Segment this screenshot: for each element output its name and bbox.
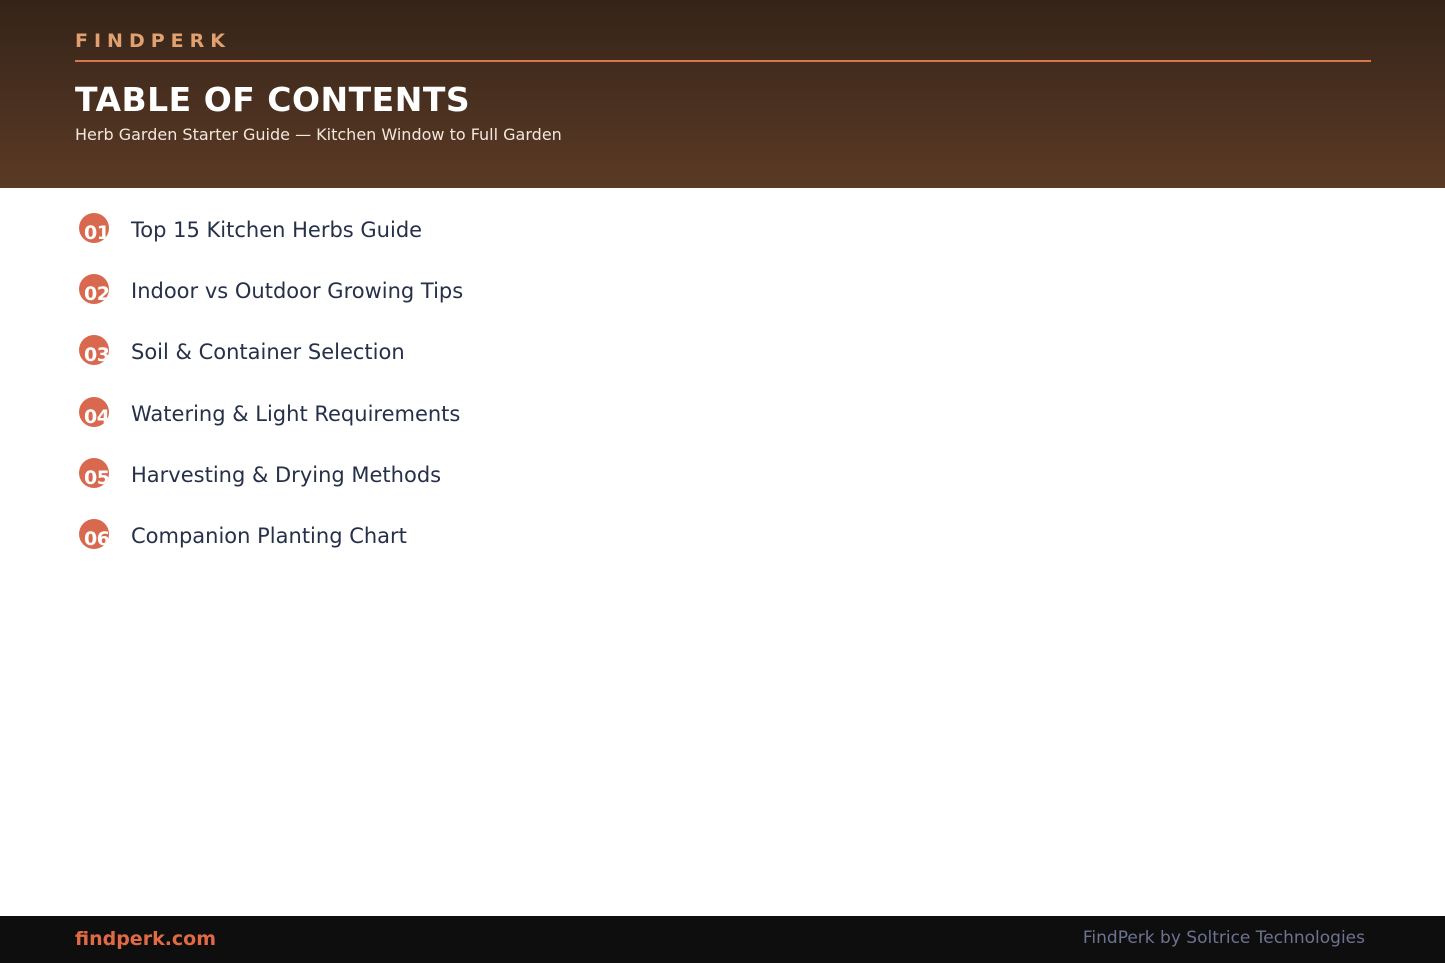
toc-number: 05 xyxy=(84,466,109,488)
toc-number-badge: 01 xyxy=(79,213,109,243)
table-of-contents: 01 Top 15 Kitchen Herbs Guide 02 Indoor … xyxy=(79,213,979,580)
toc-label: Watering & Light Requirements xyxy=(131,401,461,426)
page-title: TABLE OF CONTENTS xyxy=(75,80,471,119)
toc-item[interactable]: 06 Companion Planting Chart xyxy=(79,518,979,580)
toc-label: Indoor vs Outdoor Growing Tips xyxy=(131,279,464,304)
toc-item[interactable]: 03 Soil & Container Selection xyxy=(79,335,979,396)
toc-number: 01 xyxy=(84,222,109,243)
toc-number-badge: 03 xyxy=(79,335,109,366)
toc-number-badge: 04 xyxy=(79,396,109,427)
header-divider xyxy=(75,60,1371,62)
footer-bar: findperk.com FindPerk by Soltrice Techno… xyxy=(0,916,1445,963)
toc-number: 02 xyxy=(84,283,109,305)
footer-credit: FindPerk by Soltrice Technologies xyxy=(1082,928,1365,948)
toc-label: Top 15 Kitchen Herbs Guide xyxy=(131,218,423,242)
toc-number-badge: 02 xyxy=(79,274,109,305)
toc-item[interactable]: 02 Indoor vs Outdoor Growing Tips xyxy=(79,274,979,335)
page-subtitle: Herb Garden Starter Guide — Kitchen Wind… xyxy=(75,125,562,144)
toc-number-badge: 05 xyxy=(79,457,109,488)
toc-label: Companion Planting Chart xyxy=(131,523,407,548)
toc-item[interactable]: 01 Top 15 Kitchen Herbs Guide xyxy=(79,213,979,274)
toc-label: Soil & Container Selection xyxy=(131,340,405,365)
footer-site-link[interactable]: findperk.com xyxy=(75,928,216,950)
header-banner: FINDPERK TABLE OF CONTENTS Herb Garden S… xyxy=(0,0,1445,188)
toc-number: 06 xyxy=(84,527,109,549)
toc-number: 04 xyxy=(84,405,109,427)
toc-number-badge: 06 xyxy=(79,518,109,549)
toc-label: Harvesting & Drying Methods xyxy=(131,462,442,487)
toc-item[interactable]: 04 Watering & Light Requirements xyxy=(79,396,979,458)
toc-number: 03 xyxy=(84,344,109,366)
toc-item[interactable]: 05 Harvesting & Drying Methods xyxy=(79,457,979,519)
brand-wordmark: FINDPERK xyxy=(75,30,231,52)
